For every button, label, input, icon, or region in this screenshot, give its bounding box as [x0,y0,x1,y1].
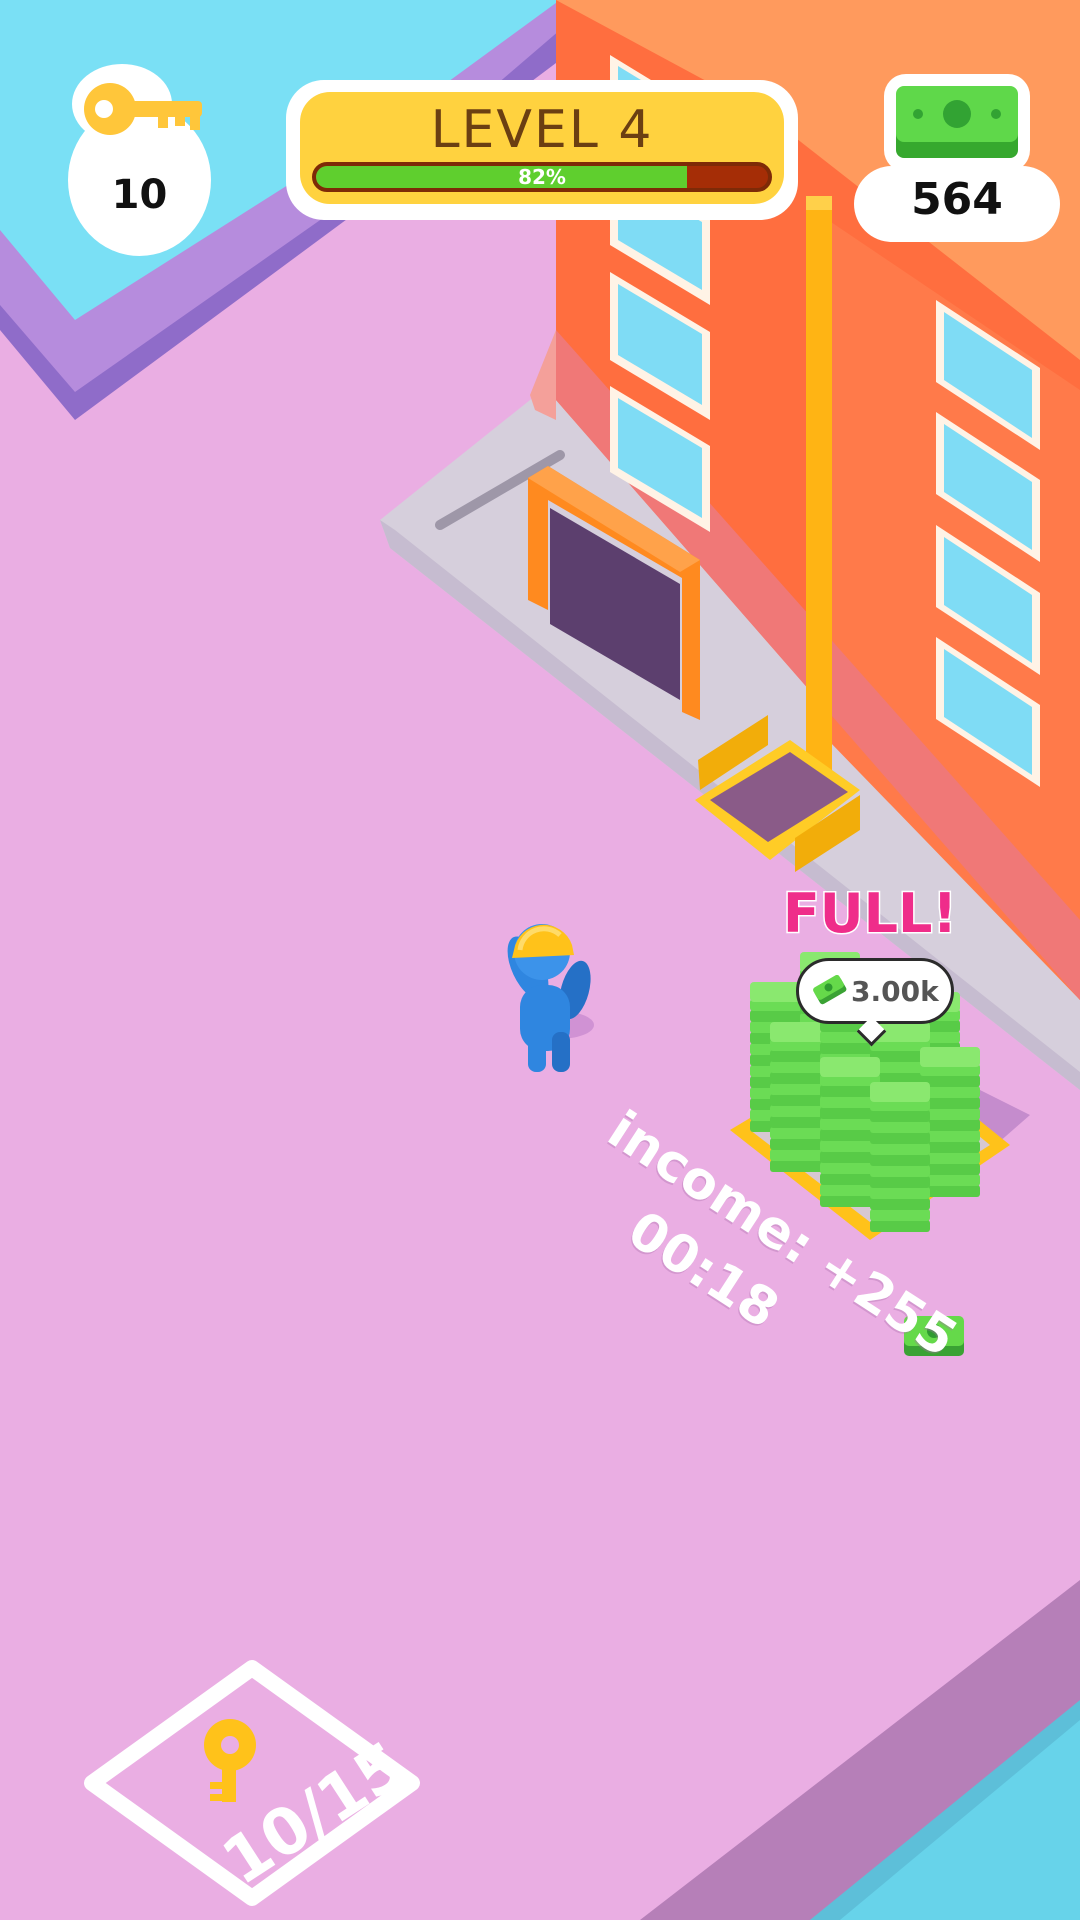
level-progress-bar: 82% [312,162,772,192]
pallet-capacity-tag: 3.00k [796,958,954,1024]
key-icon [84,83,202,135]
cash-icon [813,975,847,1005]
cash-counter: 564 [854,72,1060,242]
cash-stack-icon [884,74,1030,172]
cash-count: 564 [911,174,1003,225]
key-count: 10 [111,172,168,218]
key-counter: 10 [68,64,213,260]
pallet-capacity-value: 3.00k [851,975,939,1008]
level-panel: LEVEL 4 82% [286,80,798,220]
drain-pipe [806,200,832,810]
cash-stack [870,1082,930,1232]
game-screen: 10 LEVEL 4 82% 564 FULL! 3.00k income: +… [0,0,1080,1920]
level-progress-label: 82% [518,165,566,189]
pallet-full-label: FULL! [781,881,958,947]
level-title: LEVEL 4 [430,100,654,160]
